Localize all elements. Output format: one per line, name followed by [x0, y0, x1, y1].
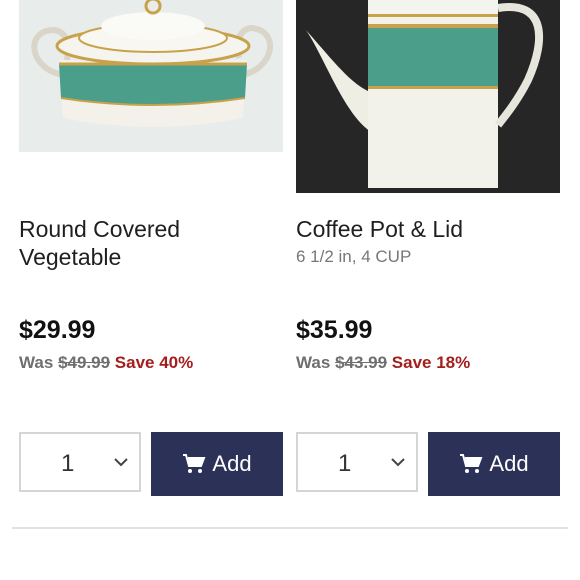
- original-price: $43.99: [335, 353, 388, 372]
- product-price: $29.99: [19, 316, 96, 344]
- quantity-select[interactable]: 1: [296, 432, 418, 492]
- original-price: $49.99: [58, 353, 111, 372]
- was-label: Was: [296, 353, 331, 372]
- quantity-value: 1: [338, 450, 352, 477]
- save-percentage: Save 40%: [114, 353, 194, 372]
- product-image[interactable]: [296, 0, 560, 193]
- add-to-cart-button[interactable]: Add: [151, 432, 283, 496]
- cart-icon: [183, 454, 206, 473]
- product-name[interactable]: Round Covered Vegetable: [19, 215, 281, 271]
- product-price: $35.99: [296, 316, 373, 344]
- was-label: Was: [19, 353, 54, 372]
- save-percentage: Save 18%: [391, 353, 471, 372]
- vegetable-bowl-illustration: [19, 0, 283, 152]
- was-price-line: Was $43.99 Save 18%: [296, 353, 470, 373]
- product-image[interactable]: [19, 0, 283, 152]
- chevron-down-icon: [114, 458, 128, 467]
- was-price-line: Was $49.99 Save 40%: [19, 353, 193, 373]
- product-name-line-1[interactable]: Round Covered: [19, 215, 281, 243]
- add-button-label: Add: [489, 451, 529, 476]
- quantity-value: 1: [61, 450, 75, 477]
- product-name[interactable]: Coffee Pot & Lid: [296, 215, 558, 243]
- section-divider: [12, 527, 568, 529]
- cart-icon: [460, 454, 483, 473]
- product-subtitle: 6 1/2 in, 4 CUP: [296, 247, 412, 266]
- product-name-line-2[interactable]: Vegetable: [19, 243, 281, 271]
- chevron-down-icon: [391, 458, 405, 467]
- add-to-cart-button[interactable]: Add: [428, 432, 560, 496]
- coffee-pot-illustration: [296, 0, 560, 193]
- add-button-label: Add: [212, 451, 252, 476]
- quantity-select[interactable]: 1: [19, 432, 141, 492]
